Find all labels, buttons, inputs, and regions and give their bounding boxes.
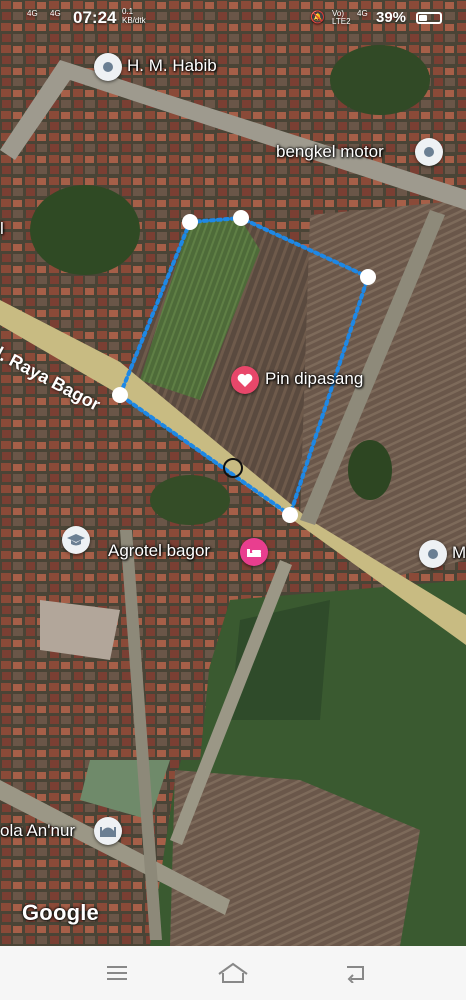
heart-pin-icon[interactable] <box>231 366 259 394</box>
bell-mute-icon: 🔕 <box>310 10 325 24</box>
place-pin-icon[interactable] <box>94 53 122 81</box>
home-icon[interactable] <box>213 956 253 990</box>
place-label-m[interactable]: M <box>452 543 466 563</box>
place-pin-icon[interactable] <box>419 540 447 568</box>
place-label-ola-annur[interactable]: ola An'nur <box>0 821 75 841</box>
battery-icon <box>416 12 442 24</box>
place-label-agrotel-bagor[interactable]: Agrotel bagor <box>108 541 210 561</box>
net-speed: 0.1 <box>122 7 134 16</box>
google-logo: Google <box>22 900 99 925</box>
school-cap-icon[interactable] <box>62 526 90 554</box>
vertex-handle <box>182 214 198 230</box>
vertex-handle <box>233 210 249 226</box>
net-speed-unit: KB/dtk <box>122 16 146 25</box>
vertex-handle <box>360 269 376 285</box>
network-type: 4G <box>357 9 368 18</box>
signal-type-2: 4G <box>50 9 61 18</box>
map-imagery <box>0 0 466 946</box>
signal-type-1: 4G <box>27 9 38 18</box>
status-bar: 4G 4G 07:24 0.1 KB/dtk 🔕 Vo) LTE2 4G 39% <box>0 0 466 36</box>
navigation-bar <box>0 946 466 1000</box>
place-label-pin-dipasang[interactable]: Pin dipasang <box>265 369 363 389</box>
battery-percent: 39% <box>376 9 407 26</box>
mosque-icon[interactable] <box>94 817 122 845</box>
vertex-handle <box>112 387 128 403</box>
place-label-hm-habib[interactable]: H. M. Habib <box>127 56 217 76</box>
place-pin-icon[interactable] <box>415 138 443 166</box>
satellite-map[interactable]: H. M. Habib bengkel motor Pin dipasang A… <box>0 0 466 946</box>
hotel-bed-icon[interactable] <box>240 538 268 566</box>
back-arrow-icon[interactable] <box>335 956 375 990</box>
menu-lines-icon[interactable] <box>97 956 137 990</box>
vertex-handle <box>282 507 298 523</box>
place-label-edge: l <box>0 219 4 238</box>
place-label-bengkel-motor[interactable]: bengkel motor <box>276 142 384 162</box>
lte-label: LTE2 <box>332 17 351 26</box>
clock: 07:24 <box>73 8 117 27</box>
